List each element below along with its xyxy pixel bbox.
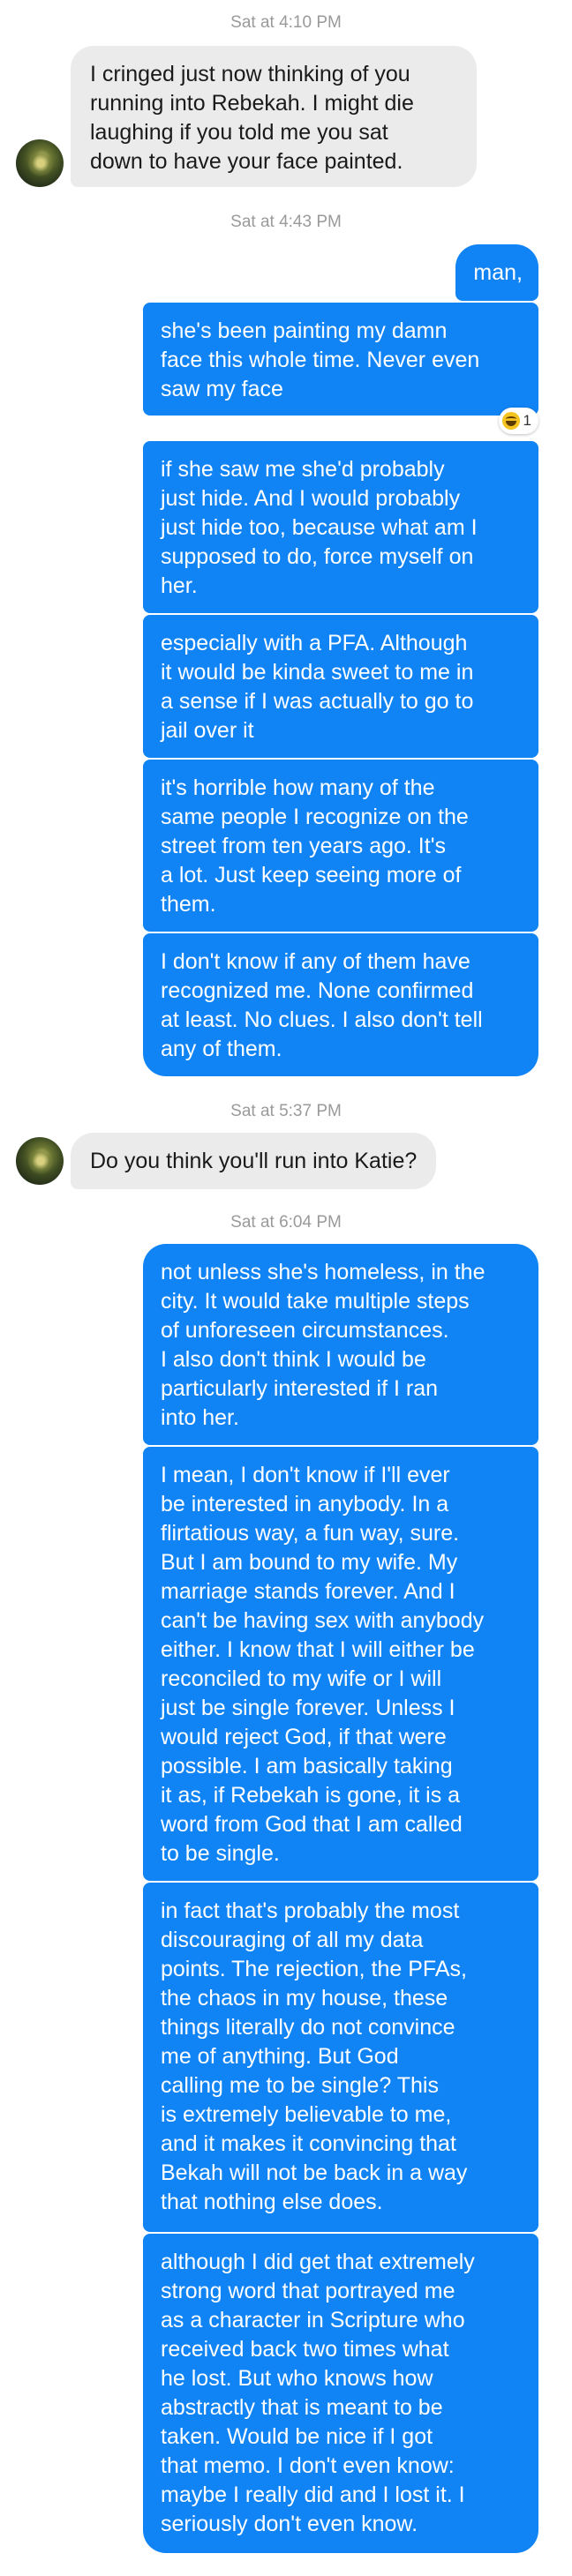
reaction-count: 1 xyxy=(523,412,531,429)
sent-message[interactable]: she's been painting my damn face this wh… xyxy=(143,303,538,416)
sent-message[interactable]: if she saw me she'd probably just hide. … xyxy=(143,441,538,613)
contact-avatar[interactable] xyxy=(16,139,64,187)
sent-message[interactable]: although I did get that extremely strong… xyxy=(143,2234,538,2553)
timestamp: Sat at 4:43 PM xyxy=(230,213,342,231)
laughing-emoji-icon xyxy=(501,412,520,430)
message-thread: Sat at 4:10 PM I cringed just now thinki… xyxy=(0,0,572,2576)
timestamp: Sat at 4:10 PM xyxy=(230,13,342,32)
received-message[interactable]: Do you think you'll run into Katie? xyxy=(71,1133,437,1189)
sent-message[interactable]: it's horrible how many of the same peopl… xyxy=(143,760,538,932)
sent-message[interactable]: man, xyxy=(455,244,538,301)
contact-avatar[interactable] xyxy=(16,1137,64,1185)
timestamp: Sat at 6:04 PM xyxy=(230,1213,342,1232)
message-reaction[interactable]: 1 xyxy=(498,408,538,434)
timestamp: Sat at 5:37 PM xyxy=(230,1102,342,1120)
sent-message[interactable]: I mean, I don't know if I'll ever be int… xyxy=(143,1447,538,1881)
sent-message[interactable]: especially with a PFA. Although it would… xyxy=(143,615,538,758)
received-message[interactable]: I cringed just now thinking of you runni… xyxy=(71,46,477,187)
sent-message[interactable]: not unless she's homeless, in the city. … xyxy=(143,1244,538,1445)
sent-message[interactable]: in fact that's probably the most discour… xyxy=(143,1883,538,2232)
sent-message[interactable]: I don't know if any of them have recogni… xyxy=(143,933,538,1076)
